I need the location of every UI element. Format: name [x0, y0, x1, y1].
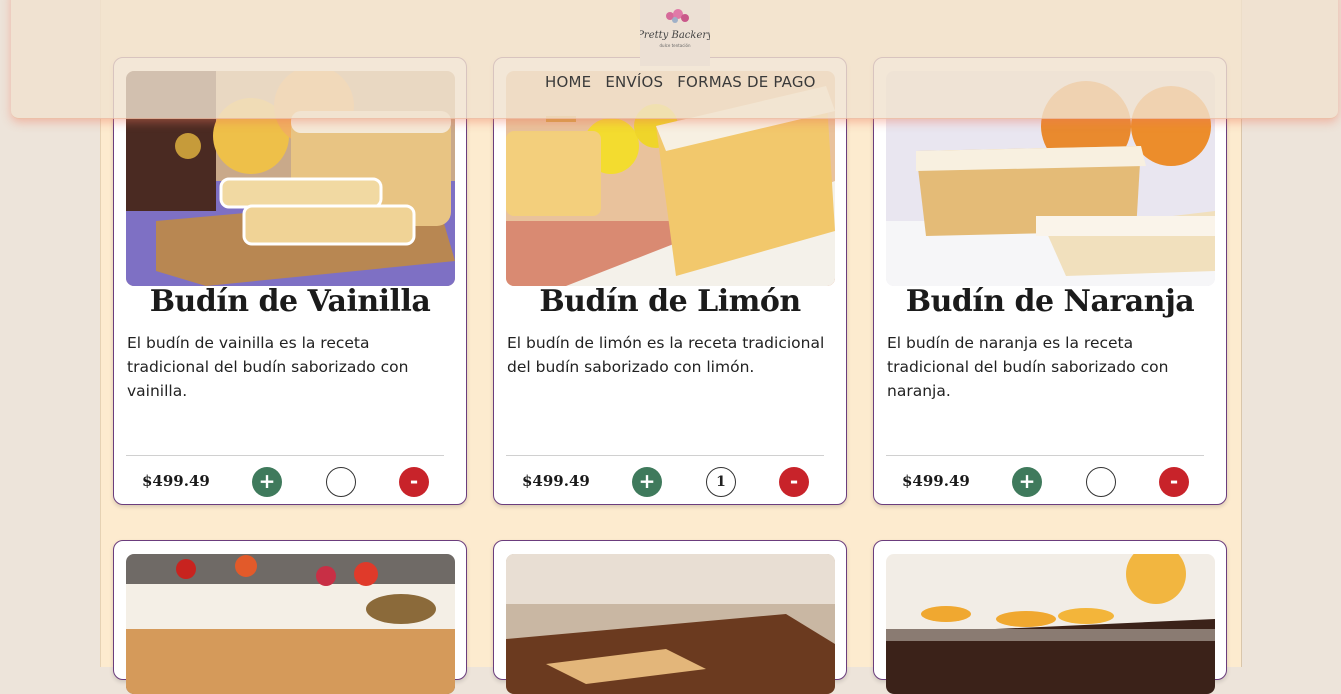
- brand-logo[interactable]: Pretty Backery dulce tentación: [640, 0, 710, 66]
- nav-home-link[interactable]: HOME: [545, 73, 591, 91]
- divider: [886, 455, 1204, 456]
- remove-button[interactable]: -: [399, 467, 429, 497]
- product-price: $499.49: [142, 472, 210, 490]
- add-button[interactable]: +: [252, 467, 282, 497]
- nav-formas-de-pago-link[interactable]: FORMAS DE PAGO: [677, 73, 815, 91]
- add-button[interactable]: +: [632, 467, 662, 497]
- product-image-frutas: [126, 554, 455, 694]
- remove-button[interactable]: -: [779, 467, 809, 497]
- product-image-chocolate: [886, 554, 1215, 694]
- product-price: $499.49: [522, 472, 590, 490]
- product-image-marmolado: [506, 554, 835, 694]
- main-menu: HOME ENVÍOS FORMAS DE PAGO: [545, 73, 816, 91]
- add-button[interactable]: +: [1012, 467, 1042, 497]
- product-card-frutas: [113, 540, 467, 694]
- product-description: El budín de vainilla es la receta tradic…: [127, 334, 409, 400]
- svg-text:Pretty Backery: Pretty Backery: [640, 30, 710, 41]
- quantity-indicator: [1086, 467, 1116, 497]
- product-card-chocolate: [873, 540, 1227, 694]
- product-description: El budín de naranja es la receta tradici…: [887, 334, 1169, 400]
- product-title: Budín de Limón: [539, 284, 801, 319]
- product-title: Budín de Naranja: [905, 284, 1195, 319]
- product-card-limon: Budín de Limón El budín de limón es la r…: [493, 57, 847, 505]
- product-description: El budín de limón es la receta tradicion…: [507, 334, 825, 376]
- remove-button[interactable]: -: [1159, 467, 1189, 497]
- quantity-indicator: 1: [706, 467, 736, 497]
- divider: [506, 455, 824, 456]
- svg-text:dulce tentación: dulce tentación: [660, 43, 691, 48]
- product-title: Budín de Vainilla: [149, 284, 431, 319]
- product-card-marmolado: [493, 540, 847, 694]
- product-card-naranja: Budín de Naranja El budín de naranja es …: [873, 57, 1227, 505]
- product-card-vainilla: Budín de Vainilla El budín de vainilla e…: [113, 57, 467, 505]
- divider: [126, 455, 444, 456]
- product-price: $499.49: [902, 472, 970, 490]
- quantity-indicator: [326, 467, 356, 497]
- nav-envios-link[interactable]: ENVÍOS: [605, 73, 663, 91]
